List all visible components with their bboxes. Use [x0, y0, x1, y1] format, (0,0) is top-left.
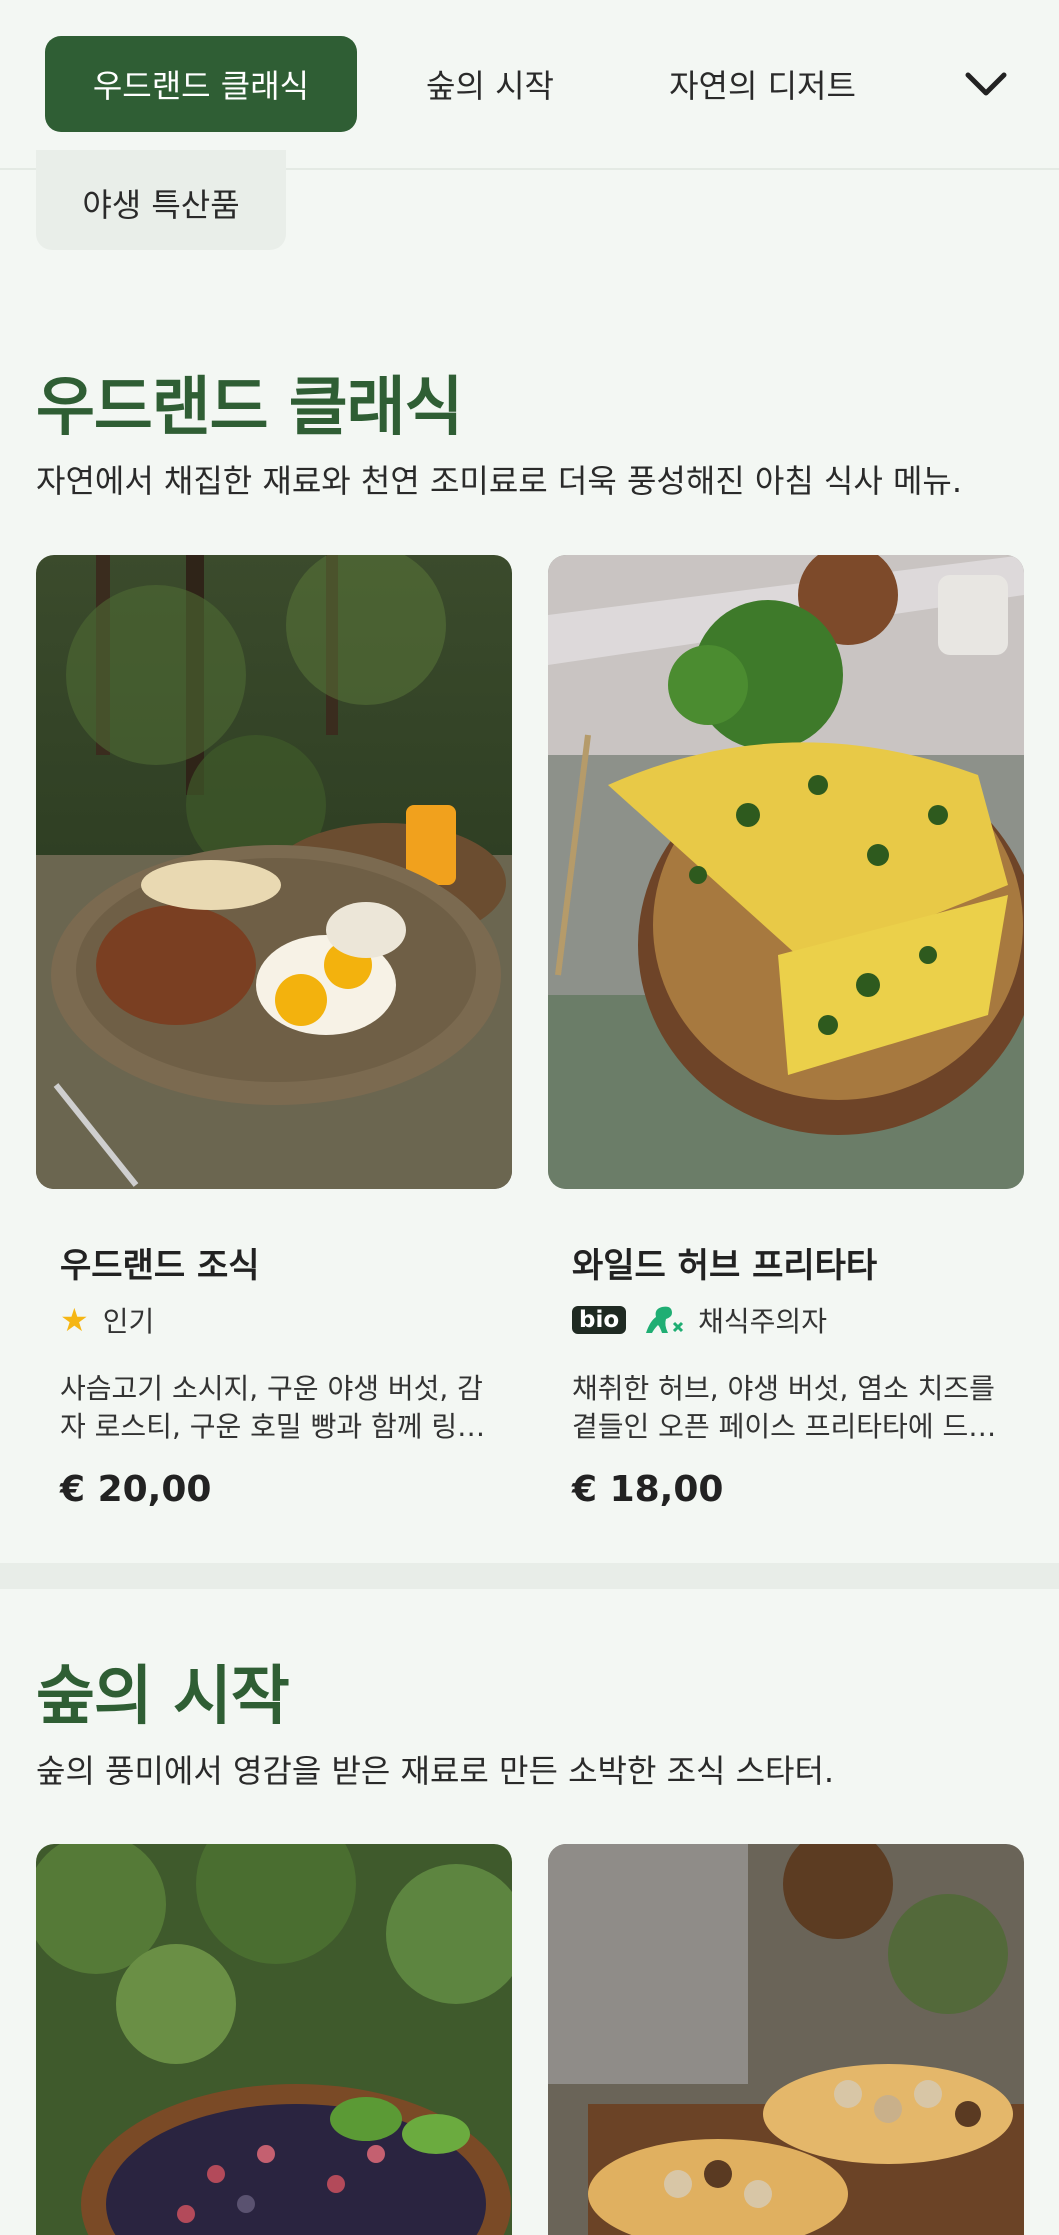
menu-item-name: 우드랜드 조식: [60, 1246, 260, 1286]
menu-item-name: 와일드 허브 프리타타: [572, 1246, 878, 1286]
category-tab-bar: 우드랜드 클래식 숲의 시작 자연의 디저트: [0, 0, 1059, 170]
menu-item-image[interactable]: [548, 555, 1024, 1189]
section-description: 자연에서 채집한 재료와 천연 조미료로 더욱 풍성해진 아침 식사 메뉴.: [36, 462, 963, 500]
menu-item-image[interactable]: [36, 555, 512, 1189]
vegetarian-tag: 채식주의자: [698, 1305, 827, 1338]
section-title: 우드랜드 클래식: [36, 371, 463, 445]
star-icon: ★: [60, 1301, 89, 1339]
tab-woodland-classic[interactable]: 우드랜드 클래식: [45, 36, 357, 132]
menu-item-description: 채취한 허브, 야생 버섯, 염소 치즈를 곁들인 오픈 페이스 프리타타에 드…: [572, 1372, 997, 1443]
tab-forest-start[interactable]: 숲의 시작: [395, 36, 585, 132]
menu-item-description: 사슴고기 소시지, 구운 야생 버섯, 감자 로스티, 구운 호밀 빵과 함께 …: [60, 1372, 486, 1443]
menu-item-image[interactable]: [548, 1844, 1024, 2235]
bio-badge: bio: [572, 1306, 627, 1334]
popular-tag: 인기: [102, 1305, 155, 1338]
chevron-down-icon[interactable]: [950, 56, 1022, 112]
menu-item-image[interactable]: [36, 1844, 512, 2235]
tab-wild-specialties[interactable]: 야생 특산품: [36, 150, 286, 250]
menu-item-price: € 20,00: [60, 1469, 212, 1510]
section-description: 숲의 풍미에서 영감을 받은 재료로 만든 소박한 조식 스타터.: [36, 1752, 835, 1790]
tab-nature-dessert[interactable]: 자연의 디저트: [640, 36, 885, 132]
menu-item-price: € 18,00: [572, 1469, 724, 1510]
menu-item-tags: bio 채식주의자: [572, 1300, 827, 1340]
menu-item-tags: ★ 인기: [60, 1300, 154, 1340]
section-divider: [0, 1563, 1059, 1589]
section-title: 숲의 시작: [36, 1660, 290, 1734]
dinosaur-leaf-icon: [642, 1303, 684, 1337]
